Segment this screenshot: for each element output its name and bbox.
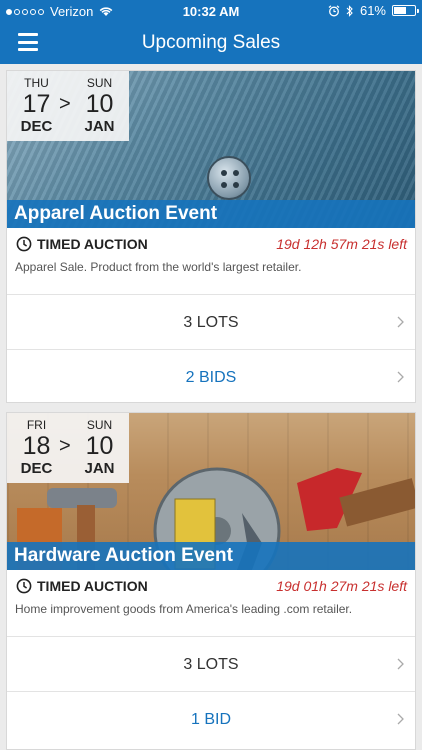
start-month: DEC bbox=[20, 118, 53, 135]
battery-percent: 61% bbox=[359, 3, 386, 18]
start-month: DEC bbox=[20, 460, 53, 477]
lots-row[interactable]: 3 LOTS bbox=[7, 294, 415, 349]
end-month: JAN bbox=[84, 460, 115, 477]
alarm-clock-icon bbox=[328, 4, 340, 16]
sale-description: Home improvement goods from America's le… bbox=[15, 602, 353, 616]
clock-icon bbox=[16, 578, 32, 594]
end-month: JAN bbox=[84, 118, 115, 135]
lots-count: 3 LOTS bbox=[183, 314, 239, 331]
nav-bar: Upcoming Sales bbox=[0, 22, 422, 64]
bids-row[interactable]: 1 BID bbox=[7, 691, 415, 746]
time-left: 19d 12h 57m 21s left bbox=[276, 236, 407, 252]
start-date: FRI 18 DEC bbox=[14, 418, 59, 478]
sale-card[interactable]: FRI 18 DEC > SUN 10 JAN Hardware Auction… bbox=[6, 412, 416, 750]
chevron-right-icon bbox=[397, 316, 404, 328]
date-separator: > bbox=[59, 93, 71, 115]
end-day: 10 bbox=[85, 90, 114, 118]
sale-title[interactable]: Hardware Auction Event bbox=[7, 542, 415, 570]
bids-count: 2 BIDS bbox=[185, 369, 237, 386]
sale-hero-image[interactable]: FRI 18 DEC > SUN 10 JAN Hardware Auction… bbox=[7, 413, 415, 570]
end-dow: SUN bbox=[86, 418, 113, 432]
end-date: SUN 10 JAN bbox=[77, 418, 122, 478]
start-dow: THU bbox=[24, 76, 49, 90]
sale-title[interactable]: Apparel Auction Event bbox=[7, 200, 415, 228]
sale-description: Apparel Sale. Product from the world's l… bbox=[15, 260, 302, 274]
end-dow: SUN bbox=[86, 76, 113, 90]
start-dow: FRI bbox=[26, 418, 47, 432]
auction-info: TIMED AUCTION 19d 01h 27m 21s left bbox=[7, 570, 415, 600]
chevron-right-icon bbox=[397, 371, 404, 383]
bids-count: 1 BID bbox=[190, 711, 231, 728]
chevron-right-icon bbox=[397, 713, 404, 725]
clock-icon bbox=[16, 236, 32, 252]
chevron-right-icon bbox=[397, 658, 404, 670]
app-header: Verizon 10:32 AM 61% Upcoming Sales bbox=[0, 0, 422, 64]
auction-type: TIMED AUCTION bbox=[16, 236, 148, 252]
time-left: 19d 01h 27m 21s left bbox=[276, 578, 407, 594]
auction-info: TIMED AUCTION 19d 12h 57m 21s left bbox=[7, 228, 415, 258]
start-day: 17 bbox=[22, 90, 51, 118]
start-date: THU 17 DEC bbox=[14, 76, 59, 136]
lots-row[interactable]: 3 LOTS bbox=[7, 636, 415, 691]
auction-type-label: TIMED AUCTION bbox=[37, 578, 148, 594]
date-range: FRI 18 DEC > SUN 10 JAN bbox=[7, 413, 129, 483]
sale-card[interactable]: THU 17 DEC > SUN 10 JAN Apparel Auction … bbox=[6, 70, 416, 403]
date-separator: > bbox=[59, 435, 71, 457]
date-range: THU 17 DEC > SUN 10 JAN bbox=[7, 71, 129, 141]
bids-row[interactable]: 2 BIDS bbox=[7, 349, 415, 404]
bluetooth-icon bbox=[346, 4, 353, 17]
status-right: 61% bbox=[328, 3, 419, 18]
auction-type: TIMED AUCTION bbox=[16, 578, 148, 594]
page-title: Upcoming Sales bbox=[141, 32, 281, 53]
status-bar: Verizon 10:32 AM 61% bbox=[0, 0, 422, 22]
end-day: 10 bbox=[85, 432, 114, 460]
shirt-button-image bbox=[207, 156, 251, 200]
auction-type-label: TIMED AUCTION bbox=[37, 236, 148, 252]
end-date: SUN 10 JAN bbox=[77, 76, 122, 136]
sale-hero-image[interactable]: THU 17 DEC > SUN 10 JAN Apparel Auction … bbox=[7, 71, 415, 228]
start-day: 18 bbox=[22, 432, 51, 460]
battery-icon bbox=[392, 5, 419, 16]
lots-count: 3 LOTS bbox=[183, 656, 239, 673]
battery-fill bbox=[394, 7, 407, 14]
